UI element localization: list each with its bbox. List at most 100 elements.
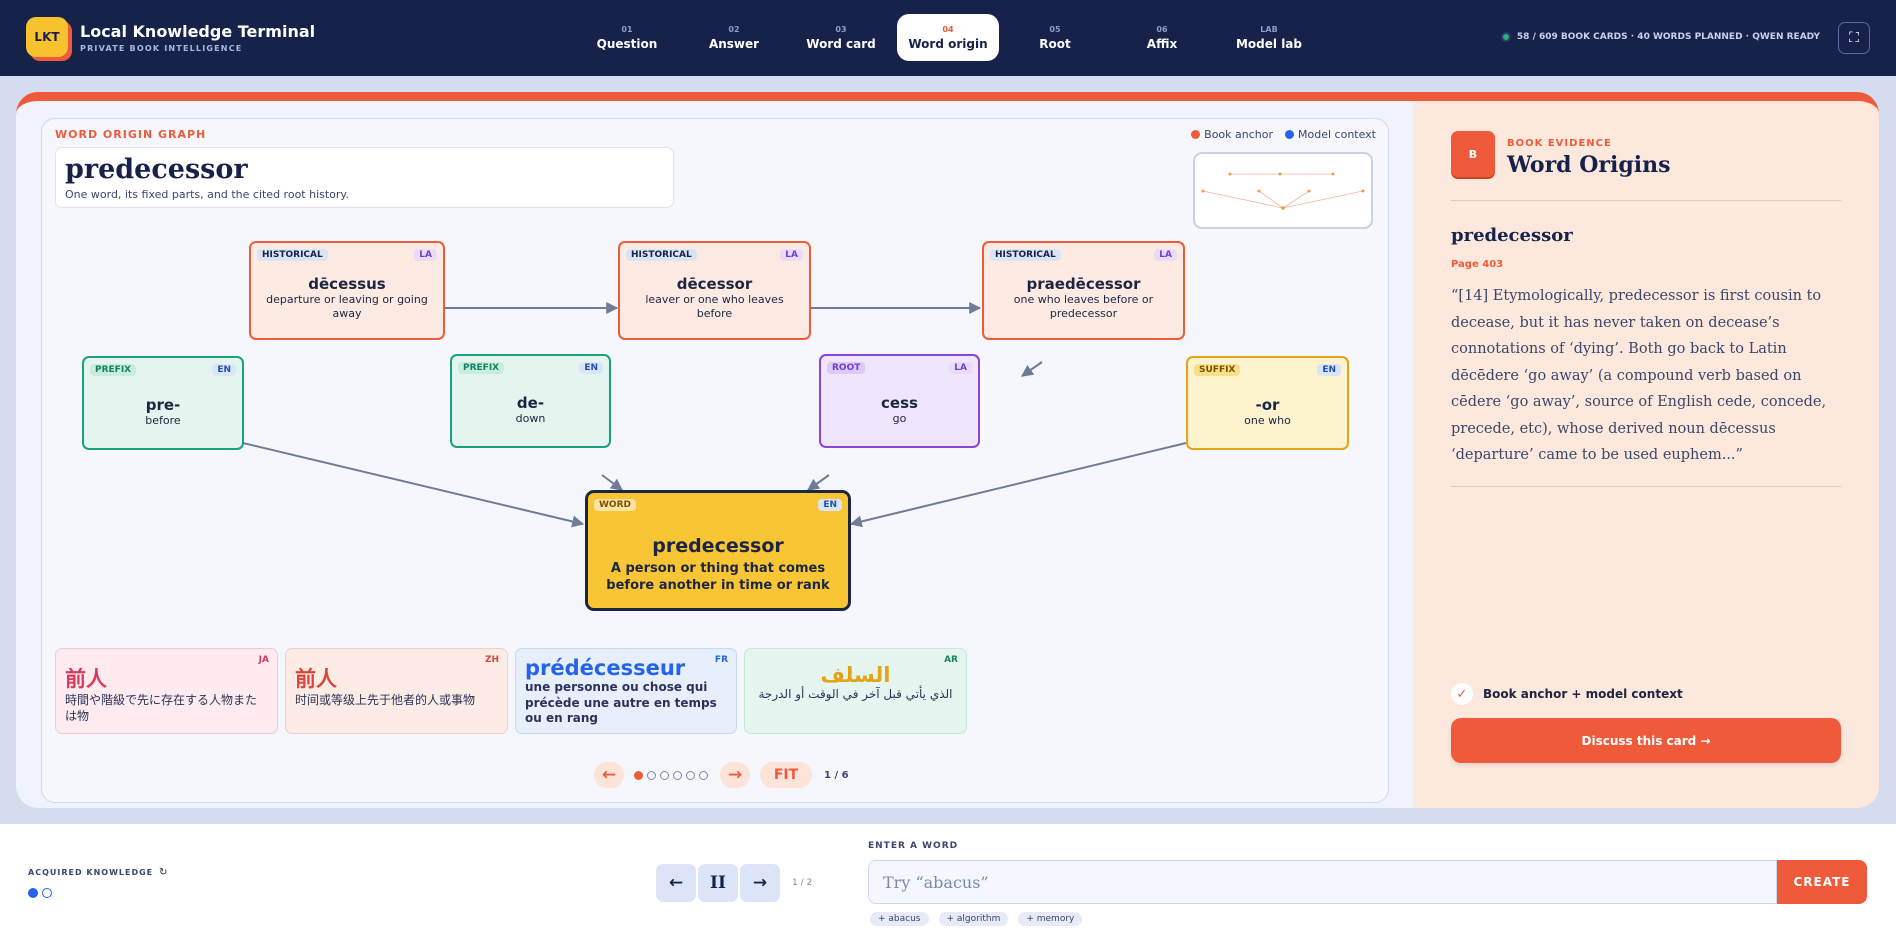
slide-counter: 1 / 2 <box>792 878 813 888</box>
status-text: 58 / 609 BOOK CARDS · 40 WORDS PLANNED ·… <box>1516 32 1820 42</box>
tab-label: Root <box>1039 37 1071 51</box>
node-tag: PREFIX <box>90 364 137 376</box>
node-title: dēcessus <box>308 275 386 293</box>
node-title: praedēcessor <box>1026 275 1141 293</box>
tab-root[interactable]: 05 Root <box>1004 14 1106 61</box>
suggestion-chips: + abacus + algorithm + memory <box>870 912 1083 926</box>
node-word-predecessor[interactable]: WORD EN predecessor A person or thing th… <box>585 490 851 611</box>
tab-affix[interactable]: 06 Affix <box>1111 14 1213 61</box>
pager-prev-button[interactable]: ← <box>594 762 624 788</box>
node-title: de- <box>516 394 545 412</box>
translation-code: FR <box>714 655 728 665</box>
node-desc: one who <box>1244 414 1291 427</box>
node-lang: LA <box>414 249 437 261</box>
divider <box>1451 200 1841 201</box>
translation-word: 前人 <box>65 667 107 691</box>
node-prefix-de[interactable]: PREFIX EN de- down <box>450 354 611 448</box>
node-desc: leaver or one who leaves before <box>645 293 784 321</box>
tab-label: Question <box>596 37 658 51</box>
tab-label: Word origin <box>908 37 988 51</box>
previous-button[interactable]: ← <box>656 864 696 902</box>
tab-number: 03 <box>835 25 847 34</box>
node-historical-decessor[interactable]: HISTORICAL LA dēcessor leaver or one who… <box>618 241 811 340</box>
knowledge-dot[interactable] <box>28 888 38 898</box>
translation-zh[interactable]: ZH 前人 时间或等级上先于他者的人或事物 <box>285 648 508 734</box>
pager-dot[interactable] <box>660 770 669 780</box>
node-suffix-or[interactable]: SUFFIX EN -or one who <box>1186 356 1349 450</box>
evidence-badge-icon: B <box>1451 131 1495 177</box>
pager-dot[interactable] <box>647 770 656 780</box>
pause-button[interactable]: II <box>698 864 738 902</box>
word-input[interactable] <box>868 860 1777 904</box>
chip-algorithm[interactable]: + algorithm <box>938 912 1009 926</box>
translation-desc: 時間や階級で先に存在する人物または物 <box>65 693 258 723</box>
discuss-card-button[interactable]: Discuss this card → <box>1451 718 1841 763</box>
node-desc: A person or thing that comes before anot… <box>606 561 830 593</box>
tab-label: Word card <box>806 37 876 51</box>
bottom-bar: ACQUIRED KNOWLEDGE ↻ ← II → 1 / 2 ENTER … <box>0 824 1896 941</box>
node-lang: EN <box>212 364 236 376</box>
fullscreen-button[interactable]: ⛶ <box>1838 22 1870 54</box>
app-logo: LKT <box>26 17 68 57</box>
node-tag: PREFIX <box>458 362 505 374</box>
pager-next-button[interactable]: → <box>720 762 750 788</box>
node-historical-decessus[interactable]: HISTORICAL LA dēcessus departure or leav… <box>249 241 445 340</box>
node-lang: LA <box>949 362 972 374</box>
arrow-right-icon: → <box>752 873 768 893</box>
translation-word: 前人 <box>295 667 337 691</box>
node-prefix-pre[interactable]: PREFIX EN pre- before <box>82 356 244 450</box>
graph-pager: ← → FIT 1 / 6 <box>594 762 849 788</box>
tab-question[interactable]: 01 Question <box>576 14 678 61</box>
tab-number: 02 <box>728 25 740 34</box>
node-historical-praedecessor[interactable]: HISTORICAL LA praedēcessor one who leave… <box>982 241 1185 340</box>
node-root-cess[interactable]: ROOT LA cess go <box>819 354 980 448</box>
tab-word-card[interactable]: 03 Word card <box>790 14 892 61</box>
evidence-title: Word Origins <box>1507 152 1671 178</box>
arrow-left-icon: ← <box>668 873 684 893</box>
pager-counter: 1 / 6 <box>824 769 849 781</box>
node-lang: LA <box>1154 249 1177 261</box>
translation-desc: 时间或等级上先于他者的人或事物 <box>295 693 476 707</box>
node-desc: departure or leaving or going away <box>266 293 428 321</box>
pager-dot[interactable] <box>686 770 695 780</box>
translation-ja[interactable]: JA 前人 時間や階級で先に存在する人物または物 <box>55 648 278 734</box>
node-tag: HISTORICAL <box>626 249 697 261</box>
divider <box>1451 486 1841 487</box>
node-title: cess <box>881 394 918 412</box>
next-button[interactable]: → <box>740 864 780 902</box>
translation-word: prédécesseur <box>525 656 686 680</box>
app-subtitle: PRIVATE BOOK INTELLIGENCE <box>80 44 243 53</box>
translation-ar[interactable]: AR السلف الذي يأتي قبل آخر في الوقت أو ا… <box>744 648 967 734</box>
node-lang: EN <box>1317 364 1341 376</box>
acquired-knowledge-dots <box>28 888 52 898</box>
evidence-quote: “[14] Etymologically, predecessor is fir… <box>1451 288 1827 463</box>
status-indicator: 58 / 609 BOOK CARDS · 40 WORDS PLANNED ·… <box>1500 32 1820 42</box>
node-tag: HISTORICAL <box>257 249 328 261</box>
fullscreen-icon: ⛶ <box>1849 30 1859 46</box>
fit-button[interactable]: FIT <box>760 762 812 788</box>
word-origin-graph[interactable]: WORD ORIGIN GRAPH Book anchor Model cont… <box>41 118 1389 803</box>
tab-model-lab[interactable]: LAB Model lab <box>1218 14 1320 61</box>
refresh-icon[interactable]: ↻ <box>159 867 167 878</box>
tab-number: 04 <box>942 25 954 34</box>
knowledge-dot[interactable] <box>42 888 52 898</box>
node-title: dēcessor <box>676 275 753 293</box>
tab-word-origin[interactable]: 04 Word origin <box>897 14 999 61</box>
node-title: predecessor <box>652 535 784 557</box>
chip-memory[interactable]: + memory <box>1018 912 1083 926</box>
chip-abacus[interactable]: + abacus <box>870 912 929 926</box>
pager-dot[interactable] <box>634 770 643 780</box>
translation-code: JA <box>258 655 269 665</box>
evidence-source-check: ✓ Book anchor + model context <box>1451 683 1683 705</box>
create-button[interactable]: CREATE <box>1777 860 1867 904</box>
evidence-word: predecessor <box>1451 225 1573 246</box>
node-lang: EN <box>579 362 603 374</box>
online-dot-icon <box>1500 32 1511 42</box>
node-desc: before <box>145 414 181 427</box>
acquired-knowledge-label: ACQUIRED KNOWLEDGE <box>28 868 154 877</box>
top-bar: LKT Local Knowledge Terminal PRIVATE BOO… <box>0 0 1896 76</box>
pager-dot[interactable] <box>699 770 708 780</box>
pager-dot[interactable] <box>673 770 682 780</box>
translation-fr[interactable]: FR prédécesseur une personne ou chose qu… <box>515 648 737 734</box>
tab-answer[interactable]: 02 Answer <box>683 14 785 61</box>
